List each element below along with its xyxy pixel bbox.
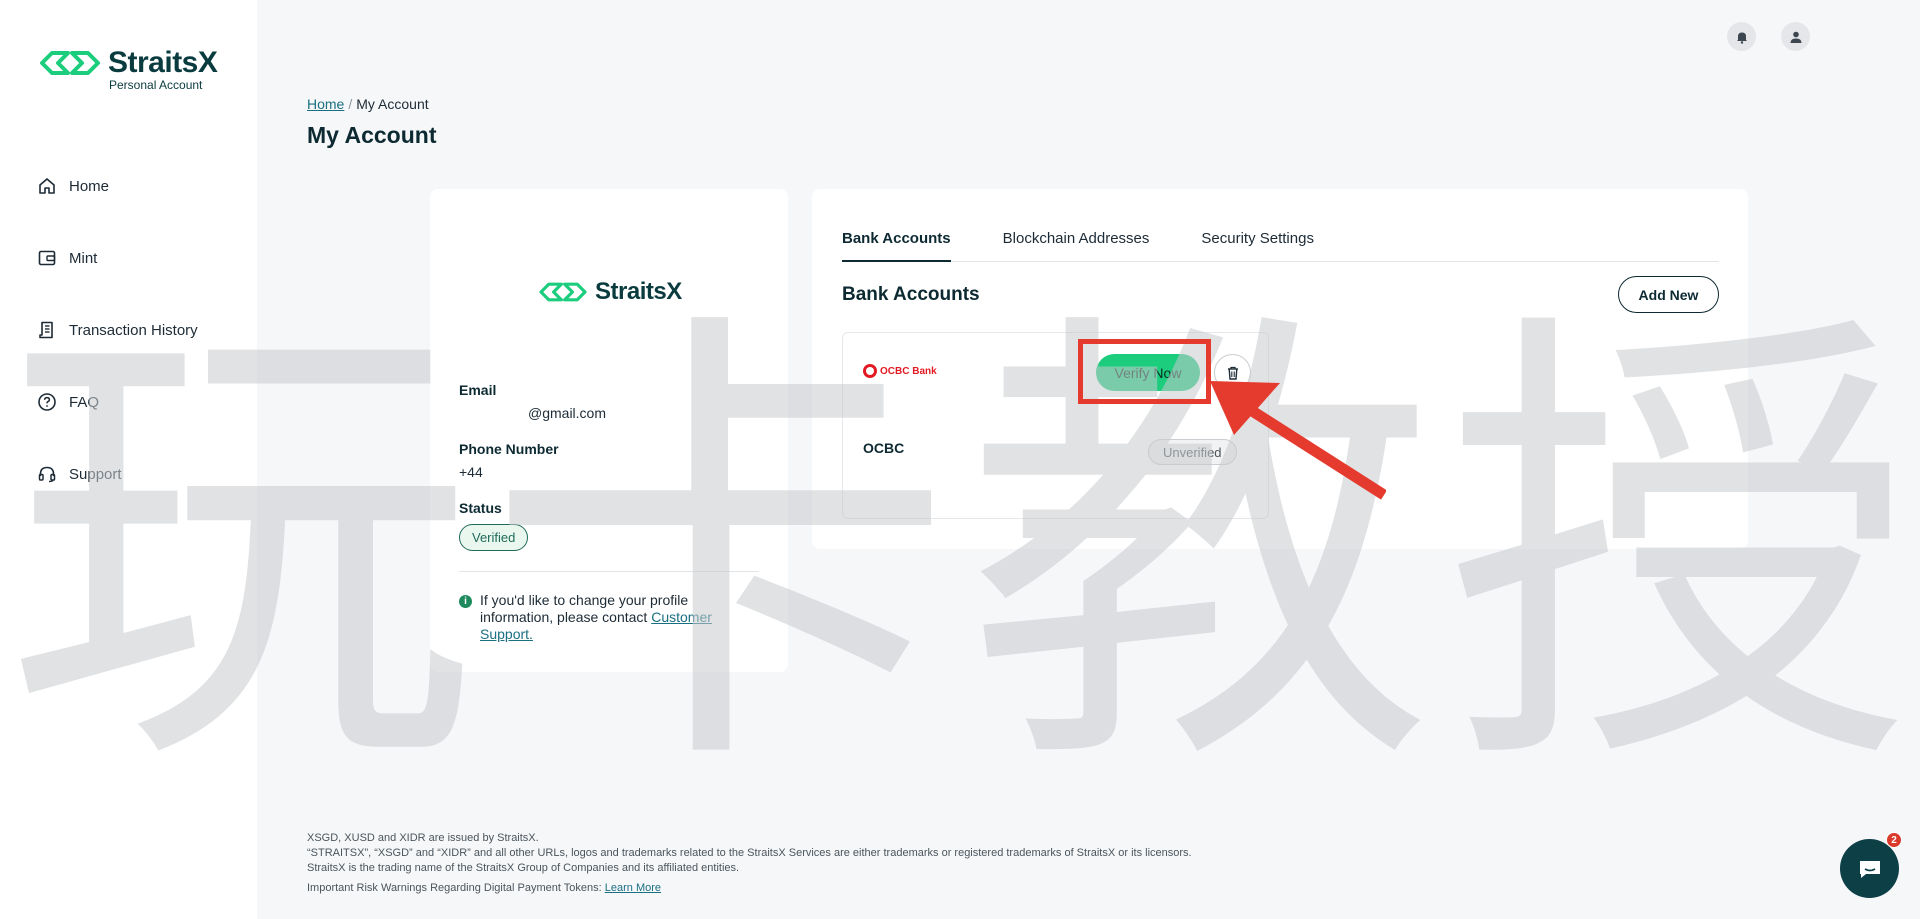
footer-risk-line: Important Risk Warnings Regarding Digita… [307, 881, 1192, 896]
straitsx-logo-icon [40, 51, 100, 75]
add-new-button[interactable]: Add New [1618, 276, 1719, 313]
wallet-icon [36, 247, 58, 269]
section-title: Bank Accounts [842, 284, 980, 305]
bank-account-item: OCBC Bank Verify Now OCBC Unverified [842, 332, 1269, 519]
receipt-icon [36, 319, 58, 341]
footer: XSGD, XUSD and XIDR are issued by Strait… [307, 831, 1192, 896]
brand-logo[interactable]: StraitsX Personal Account [38, 46, 218, 92]
status-label: Status [459, 500, 502, 516]
footer-line: “STRAITSX”, “XSGD” and “XIDR” and all ot… [307, 847, 1192, 859]
delete-bank-button[interactable] [1214, 354, 1251, 391]
chat-unread-badge: 2 [1886, 832, 1902, 848]
page-title: My Account [307, 122, 437, 148]
sidebar-item-label: Home [69, 177, 110, 195]
verify-now-button[interactable]: Verify Now [1096, 354, 1200, 391]
phone-label: Phone Number [459, 441, 559, 457]
straitsx-logo-icon [539, 282, 587, 302]
brand-subtitle: Personal Account [109, 78, 203, 92]
bank-accounts-card: Bank Accounts Blockchain Addresses Secur… [812, 189, 1748, 549]
info-text: If you'd like to change your profile inf… [480, 592, 749, 643]
bank-status-badge: Unverified [1148, 439, 1237, 465]
headset-icon [36, 463, 58, 485]
sidebar-item-mint[interactable]: Mint [36, 234, 236, 282]
notifications-button[interactable] [1727, 22, 1756, 51]
breadcrumb-home-link[interactable]: Home [307, 96, 344, 112]
account-tabs: Bank Accounts Blockchain Addresses Secur… [842, 227, 1719, 262]
status-badge: Verified [459, 524, 529, 551]
bell-icon [1736, 32, 1747, 44]
sidebar-item-label: Transaction History [69, 321, 198, 339]
profile-menu-button[interactable] [1781, 22, 1810, 51]
footer-risk-text: Important Risk Warnings Regarding Digita… [307, 882, 605, 894]
user-icon [1790, 31, 1801, 43]
chat-button[interactable] [1840, 839, 1899, 898]
tab-security-settings[interactable]: Security Settings [1201, 227, 1314, 262]
sidebar-item-label: Mint [69, 249, 98, 267]
breadcrumb: Home / My Account [307, 96, 429, 112]
breadcrumb-separator: / [348, 96, 353, 112]
footer-line: StraitsX is the trading name of the Stra… [307, 862, 740, 874]
bank-name: OCBC [863, 440, 905, 456]
info-notice: i If you'd like to change your profile i… [459, 592, 749, 643]
sidebar-item-label: Support [69, 465, 122, 483]
sidebar-item-home[interactable]: Home [36, 162, 236, 210]
tab-bank-accounts[interactable]: Bank Accounts [842, 227, 951, 262]
learn-more-link[interactable]: Learn More [605, 882, 661, 894]
divider [459, 571, 759, 572]
phone-value: +44 [459, 464, 483, 480]
sidebar-item-transaction-history[interactable]: Transaction History [36, 306, 236, 354]
profile-card: StraitsX Email @gmail.com Phone Number +… [430, 189, 788, 672]
chat-icon [1859, 860, 1880, 878]
question-icon [36, 391, 58, 413]
email-value: @gmail.com [528, 405, 607, 421]
sidebar-nav: Home Mint Transaction History FAQ Suppor… [36, 162, 236, 522]
sidebar-item-support[interactable]: Support [36, 450, 236, 498]
sidebar: StraitsX Personal Account Home Mint Tran… [0, 0, 257, 919]
brand-name: StraitsX [108, 46, 218, 79]
trash-icon [1227, 366, 1238, 380]
info-icon: i [459, 595, 472, 608]
ocbc-logo: OCBC Bank [863, 364, 937, 378]
tab-blockchain-addresses[interactable]: Blockchain Addresses [1003, 227, 1150, 262]
footer-line: XSGD, XUSD and XIDR are issued by Strait… [307, 832, 539, 844]
email-label: Email [459, 382, 497, 398]
card-brand-name: StraitsX [595, 278, 682, 305]
card-brand-logo: StraitsX [537, 278, 682, 306]
home-icon [36, 175, 58, 197]
ocbc-logo-text: OCBC Bank [880, 365, 937, 377]
ocbc-logo-icon [863, 364, 877, 378]
sidebar-item-label: FAQ [69, 393, 100, 411]
breadcrumb-current: My Account [356, 96, 429, 112]
sidebar-item-faq[interactable]: FAQ [36, 378, 236, 426]
